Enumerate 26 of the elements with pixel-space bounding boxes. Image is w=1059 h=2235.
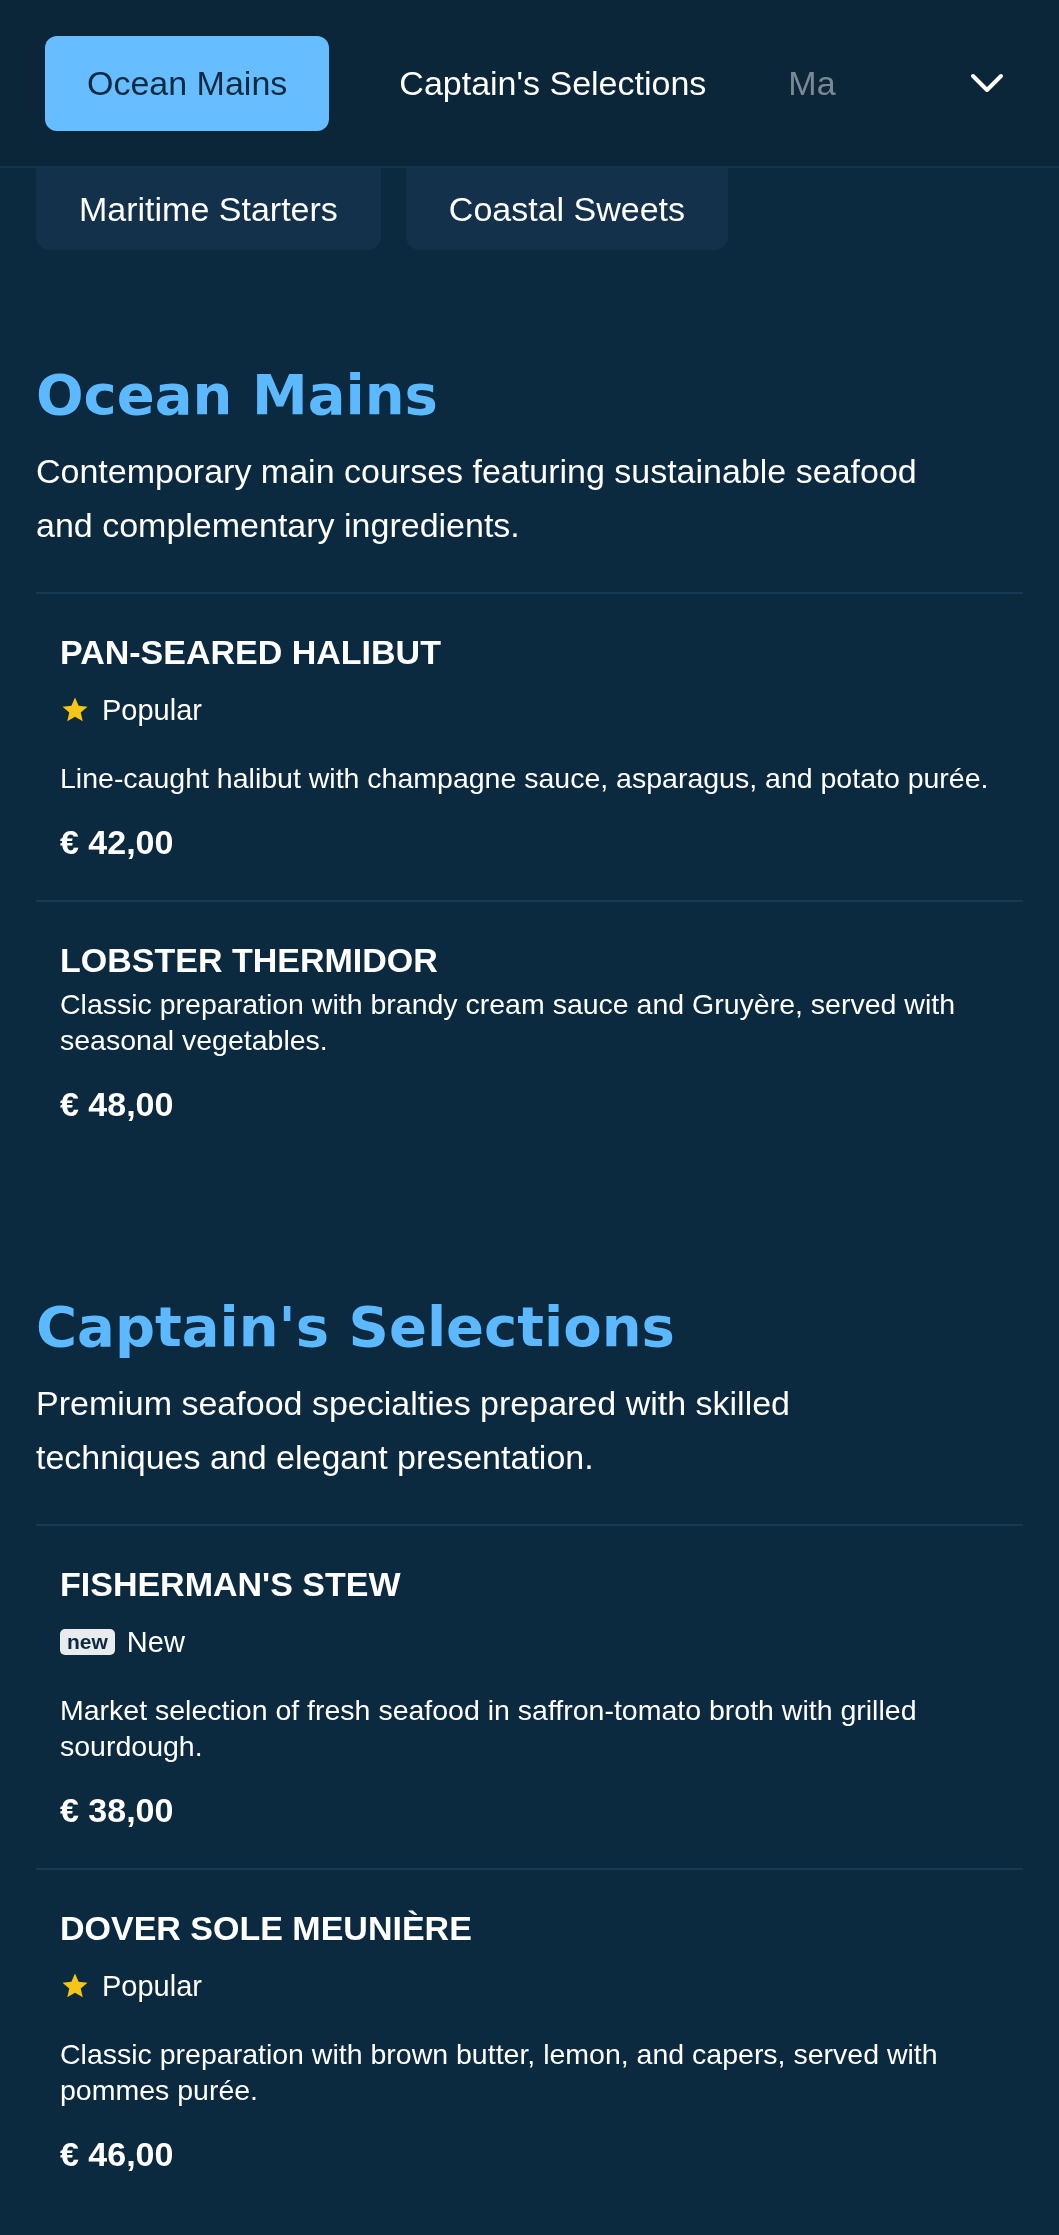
dish-name: PAN-SEARED HALIBUT	[60, 632, 442, 673]
category-tab[interactable]: Ocean Mains	[45, 35, 330, 131]
dish-price: € 48,00	[60, 1084, 175, 1125]
dish-name: FISHERMAN'S STEW	[60, 1564, 402, 1605]
new-badge: new	[60, 1629, 115, 1655]
chevron-down-icon[interactable]	[970, 72, 1004, 94]
tag-label: Popular	[102, 1969, 202, 2003]
category-chip[interactable]: Maritime Starters	[36, 168, 381, 250]
dish-price: € 46,00	[60, 2134, 175, 2175]
dish-description: Line-caught halibut with champagne sauce, asparagus, and potato purée.	[60, 761, 990, 796]
category-tab[interactable]: Ma	[766, 35, 853, 131]
dish-name: DOVER SOLE MEUNIÈRE	[60, 1908, 473, 1949]
dish-price: € 38,00	[60, 1790, 175, 1831]
tag-label: New	[126, 1625, 185, 1659]
dish-description: Classic preparation with brandy cream sauce and Gruyère, served with seasonal vegetables.	[60, 987, 956, 1058]
section-description: Premium seafood specialties prepared with skilled techniques and elegant presentation.	[36, 1383, 792, 1478]
dish-description: Classic preparation with brown butter, lemon, and capers, served with pommes purée.	[60, 2037, 939, 2108]
dish-price: € 42,00	[60, 822, 175, 863]
section-title: Captain's Selections	[36, 1293, 676, 1361]
section-description: Contemporary main courses featuring sustainable seafood and complementary ingredients.	[36, 451, 918, 546]
dish-description: Market selection of fresh seafood in saffron-tomato broth with grilled sourdough.	[60, 1693, 918, 1764]
section-title: Ocean Mains	[36, 361, 439, 429]
category-tab[interactable]: Captain's Selections	[357, 35, 763, 131]
tag-label: Popular	[102, 693, 202, 727]
dish-name: LOBSTER THERMIDOR	[60, 940, 439, 981]
category-chip[interactable]: Coastal Sweets	[405, 168, 729, 250]
